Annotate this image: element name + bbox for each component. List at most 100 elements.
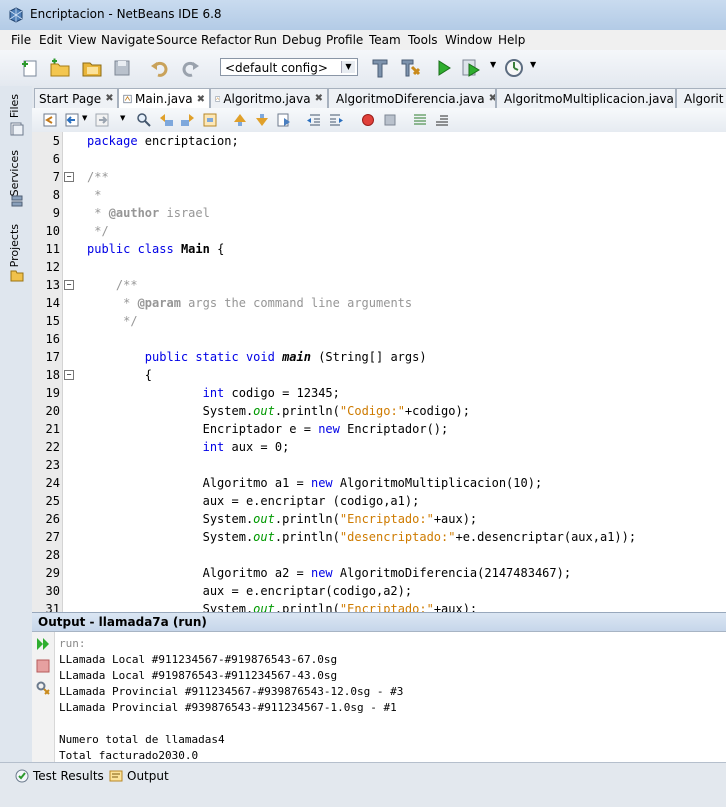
- line-number: 31: [45, 602, 60, 612]
- tab-algoritmo-java[interactable]: Algoritmo.java ✖: [210, 88, 328, 108]
- tab-test-results[interactable]: Test Results: [14, 768, 104, 784]
- back-dropdown-icon[interactable]: ▼: [82, 114, 87, 122]
- uncomment-icon[interactable]: [434, 112, 450, 128]
- menu-window[interactable]: Window: [445, 33, 492, 47]
- code-line: 22 int aux = 0;: [32, 438, 726, 456]
- line-number: 21: [45, 422, 60, 436]
- line-number: 11: [45, 242, 60, 256]
- stop-icon[interactable]: [35, 658, 51, 674]
- line-number: 20: [45, 404, 60, 418]
- line-number: 29: [45, 566, 60, 580]
- redo-icon[interactable]: [178, 56, 202, 80]
- output-panel[interactable]: run: LLamada Local #911234567-#919876543…: [32, 632, 726, 762]
- code-line: 14 * @param args the command line argume…: [32, 294, 726, 312]
- new-file-icon[interactable]: [18, 56, 42, 80]
- code-line: 9 * @author israel: [32, 204, 726, 222]
- code-line: 30 aux = e.encriptar(codigo,a2);: [32, 582, 726, 600]
- open-project-icon[interactable]: [80, 56, 104, 80]
- forward-icon[interactable]: [94, 112, 110, 128]
- tab-algoritmomultiplicacion-java[interactable]: AlgoritmoMultiplicacion.java ✖: [496, 88, 676, 108]
- menu-navigate[interactable]: Navigate: [101, 33, 155, 47]
- menu-refactor[interactable]: Refactor: [201, 33, 251, 47]
- debug-icon[interactable]: [460, 56, 484, 80]
- configuration-select[interactable]: <default config> ▼: [220, 58, 358, 76]
- next-bookmark-icon[interactable]: [254, 112, 270, 128]
- output-line: Numero total de llamadas4: [59, 733, 225, 746]
- tab-algorit-truncated[interactable]: Algorit: [676, 88, 726, 108]
- sidebar-tab-projects-label: Projects: [8, 224, 21, 268]
- close-icon[interactable]: ✖: [101, 93, 113, 104]
- tab-algoritmodiferencia-java[interactable]: AlgoritmoDiferencia.java ✖: [328, 88, 496, 108]
- tab-algoritmomultiplicacion-java-label: AlgoritmoMultiplicacion.java: [504, 91, 674, 106]
- test-results-icon: [15, 769, 29, 783]
- code-line: 28: [32, 546, 726, 564]
- close-icon[interactable]: ✖: [311, 93, 323, 104]
- menu-help[interactable]: Help: [498, 33, 525, 47]
- stop-macro-icon[interactable]: [382, 112, 398, 128]
- fold-collapse-icon[interactable]: −: [64, 172, 74, 182]
- find-previous-icon[interactable]: [158, 112, 174, 128]
- save-all-icon[interactable]: [110, 56, 134, 80]
- find-next-icon[interactable]: [180, 112, 196, 128]
- code-line: 5 package encriptacion;: [32, 132, 726, 150]
- line-number: 6: [52, 152, 60, 166]
- close-icon[interactable]: ✖: [485, 93, 495, 104]
- fold-collapse-icon[interactable]: −: [64, 280, 74, 290]
- previous-bookmark-icon[interactable]: [232, 112, 248, 128]
- profile-dropdown-icon[interactable]: ▼: [530, 60, 536, 69]
- menu-run[interactable]: Run: [254, 33, 277, 47]
- tab-test-results-label: Test Results: [33, 769, 104, 783]
- line-number: 5: [52, 134, 60, 148]
- sidebar-tab-services[interactable]: Services: [8, 150, 21, 196]
- main-toolbar: <default config> ▼ ▼ ▼: [0, 50, 726, 87]
- code-line: 29 Algoritmo a2 = new AlgoritmoDiferenci…: [32, 564, 726, 582]
- menu-source[interactable]: Source: [156, 33, 197, 47]
- forward-dropdown-icon[interactable]: ▼: [120, 114, 125, 122]
- shift-left-icon[interactable]: [306, 112, 322, 128]
- code-line: 13− /**: [32, 276, 726, 294]
- close-icon[interactable]: ✖: [193, 94, 205, 105]
- menu-team[interactable]: Team: [369, 33, 401, 47]
- last-edit-icon[interactable]: [42, 112, 58, 128]
- menu-debug[interactable]: Debug: [282, 33, 321, 47]
- new-project-icon[interactable]: [48, 56, 72, 80]
- tab-algorit-label: Algorit: [684, 91, 724, 106]
- rerun-icon[interactable]: [35, 636, 51, 652]
- menu-edit[interactable]: Edit: [39, 33, 62, 47]
- tab-main-java[interactable]: Main.java ✖: [118, 88, 210, 109]
- shift-right-icon[interactable]: [328, 112, 344, 128]
- find-icon[interactable]: [136, 112, 152, 128]
- menu-bar: File Edit View Navigate Source Refactor …: [0, 30, 726, 50]
- toggle-bookmark-icon[interactable]: [276, 112, 292, 128]
- tab-start-page-label: Start Page: [39, 91, 102, 106]
- sidebar-tab-projects[interactable]: Projects: [8, 224, 21, 267]
- tab-start-page[interactable]: Start Page ✖: [34, 88, 118, 108]
- java-file-icon: [215, 96, 221, 101]
- code-line: 23: [32, 456, 726, 474]
- output-panel-header[interactable]: Output - llamada7a (run): [32, 612, 726, 632]
- start-macro-icon[interactable]: [360, 112, 376, 128]
- sidebar-tab-files[interactable]: Files: [8, 94, 21, 118]
- code-editor[interactable]: 5 package encriptacion; 6 7−/** 8 * 9 * @…: [32, 132, 726, 612]
- projects-icon: [10, 270, 24, 282]
- menu-view[interactable]: View: [68, 33, 96, 47]
- netbeans-app-icon: [9, 7, 23, 23]
- undo-icon[interactable]: [148, 56, 172, 80]
- settings-icon[interactable]: [35, 680, 51, 696]
- clean-build-icon[interactable]: [368, 56, 392, 80]
- debug-dropdown-icon[interactable]: ▼: [490, 60, 496, 69]
- fold-collapse-icon[interactable]: −: [64, 370, 74, 380]
- profile-icon[interactable]: [502, 56, 526, 80]
- back-icon[interactable]: [64, 112, 80, 128]
- menu-file[interactable]: File: [11, 33, 31, 47]
- find-selection-icon[interactable]: [202, 112, 218, 128]
- code-line: 6: [32, 150, 726, 168]
- tab-output[interactable]: Output: [108, 768, 169, 784]
- build-icon[interactable]: [398, 56, 422, 80]
- line-number: 27: [45, 530, 60, 544]
- menu-tools[interactable]: Tools: [408, 33, 438, 47]
- run-icon[interactable]: [432, 56, 456, 80]
- line-number: 7: [52, 170, 60, 184]
- comment-icon[interactable]: [412, 112, 428, 128]
- menu-profile[interactable]: Profile: [326, 33, 363, 47]
